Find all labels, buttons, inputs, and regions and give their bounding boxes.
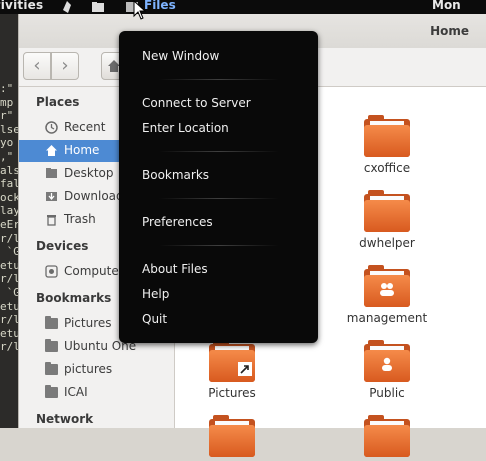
file-label: Public (369, 386, 405, 400)
menu-separator (159, 151, 279, 152)
sidebar-item-label: pictures (64, 362, 113, 376)
app-launcher-icon[interactable] (62, 1, 72, 13)
sidebar-section-network: Network (36, 412, 94, 426)
sidebar-section-bookmarks: Bookmarks (36, 291, 112, 305)
menu-item-enter-location[interactable]: Enter Location (142, 121, 229, 135)
menu-item-quit[interactable]: Quit (142, 312, 167, 326)
sidebar-item-icai[interactable]: ICAI (19, 382, 155, 404)
folder-icon (45, 339, 58, 352)
folder-partial-1[interactable] (187, 415, 277, 461)
clock-icon (45, 121, 58, 134)
file-label: Pictures (208, 386, 256, 400)
folder-public[interactable] (342, 340, 432, 386)
download-icon (46, 192, 57, 201)
desktop-icon (46, 168, 57, 178)
window-title: Home (430, 24, 469, 38)
folder-management[interactable]: management (342, 265, 432, 325)
people-emblem-icon (378, 281, 396, 297)
folder-partial-2[interactable] (342, 415, 432, 461)
computer-icon (45, 265, 58, 278)
folder-icon (45, 362, 58, 375)
folder-pictures[interactable]: Pictures (187, 340, 277, 400)
folder-icon (364, 415, 410, 457)
back-button[interactable]: ‹ (23, 52, 51, 80)
menu-separator (159, 245, 279, 246)
sidebar-item-label: Recent (64, 120, 106, 134)
folder-icon (364, 340, 410, 382)
menu-item-bookmarks[interactable]: Bookmarks (142, 168, 209, 182)
file-label: cxoffice (363, 161, 411, 175)
folder-icon (364, 190, 410, 232)
sidebar-item-label: Pictures (64, 316, 112, 330)
top-bar: Activities Files Mon Oct (0, 0, 486, 26)
sidebar-item-label: ICAI (64, 385, 88, 399)
file-label: management (346, 311, 428, 325)
menu-item-preferences[interactable]: Preferences (142, 215, 213, 229)
person-emblem-icon (378, 356, 396, 372)
menu-item-new-window[interactable]: New Window (142, 49, 219, 63)
folder-icon (364, 115, 410, 157)
app-menu-title[interactable]: Files (144, 0, 176, 12)
arrow-emblem-icon (237, 362, 253, 378)
sidebar-item-label: Home (64, 143, 100, 157)
home-icon (46, 145, 57, 156)
menu-separator (159, 198, 279, 199)
menu-item-connect-to-server[interactable]: Connect to Server (142, 96, 251, 110)
trash-icon (47, 215, 56, 226)
folder-cxoffice[interactable]: cxoffice (342, 115, 432, 175)
menu-item-about-files[interactable]: About Files (142, 262, 208, 276)
sidebar-item-label: Computer (64, 264, 124, 278)
app-menu: New Window Connect to Server Enter Locat… (119, 31, 318, 343)
menu-separator (159, 79, 279, 80)
files-dock-icon[interactable] (92, 1, 104, 12)
sidebar-section-devices: Devices (36, 239, 89, 253)
sidebar-item-label: Trash (64, 212, 96, 226)
folder-icon (364, 265, 410, 307)
folder-icon (209, 340, 255, 382)
sidebar-item-label: Desktop (64, 166, 114, 180)
folder-icon (209, 415, 255, 457)
folder-dwhelper[interactable]: dwhelper (342, 190, 432, 250)
chevron-left-icon: ‹ (33, 55, 41, 76)
activities-button[interactable]: Activities (0, 0, 43, 12)
sidebar-item-pictures-2[interactable]: pictures (19, 359, 155, 381)
forward-button[interactable]: › (51, 52, 79, 80)
chevron-right-icon: › (61, 55, 69, 76)
sidebar-section-places: Places (36, 95, 80, 109)
file-label: dwhelper (359, 236, 415, 250)
folder-icon (45, 385, 58, 398)
folder-icon (45, 316, 58, 329)
menu-item-help[interactable]: Help (142, 287, 169, 301)
